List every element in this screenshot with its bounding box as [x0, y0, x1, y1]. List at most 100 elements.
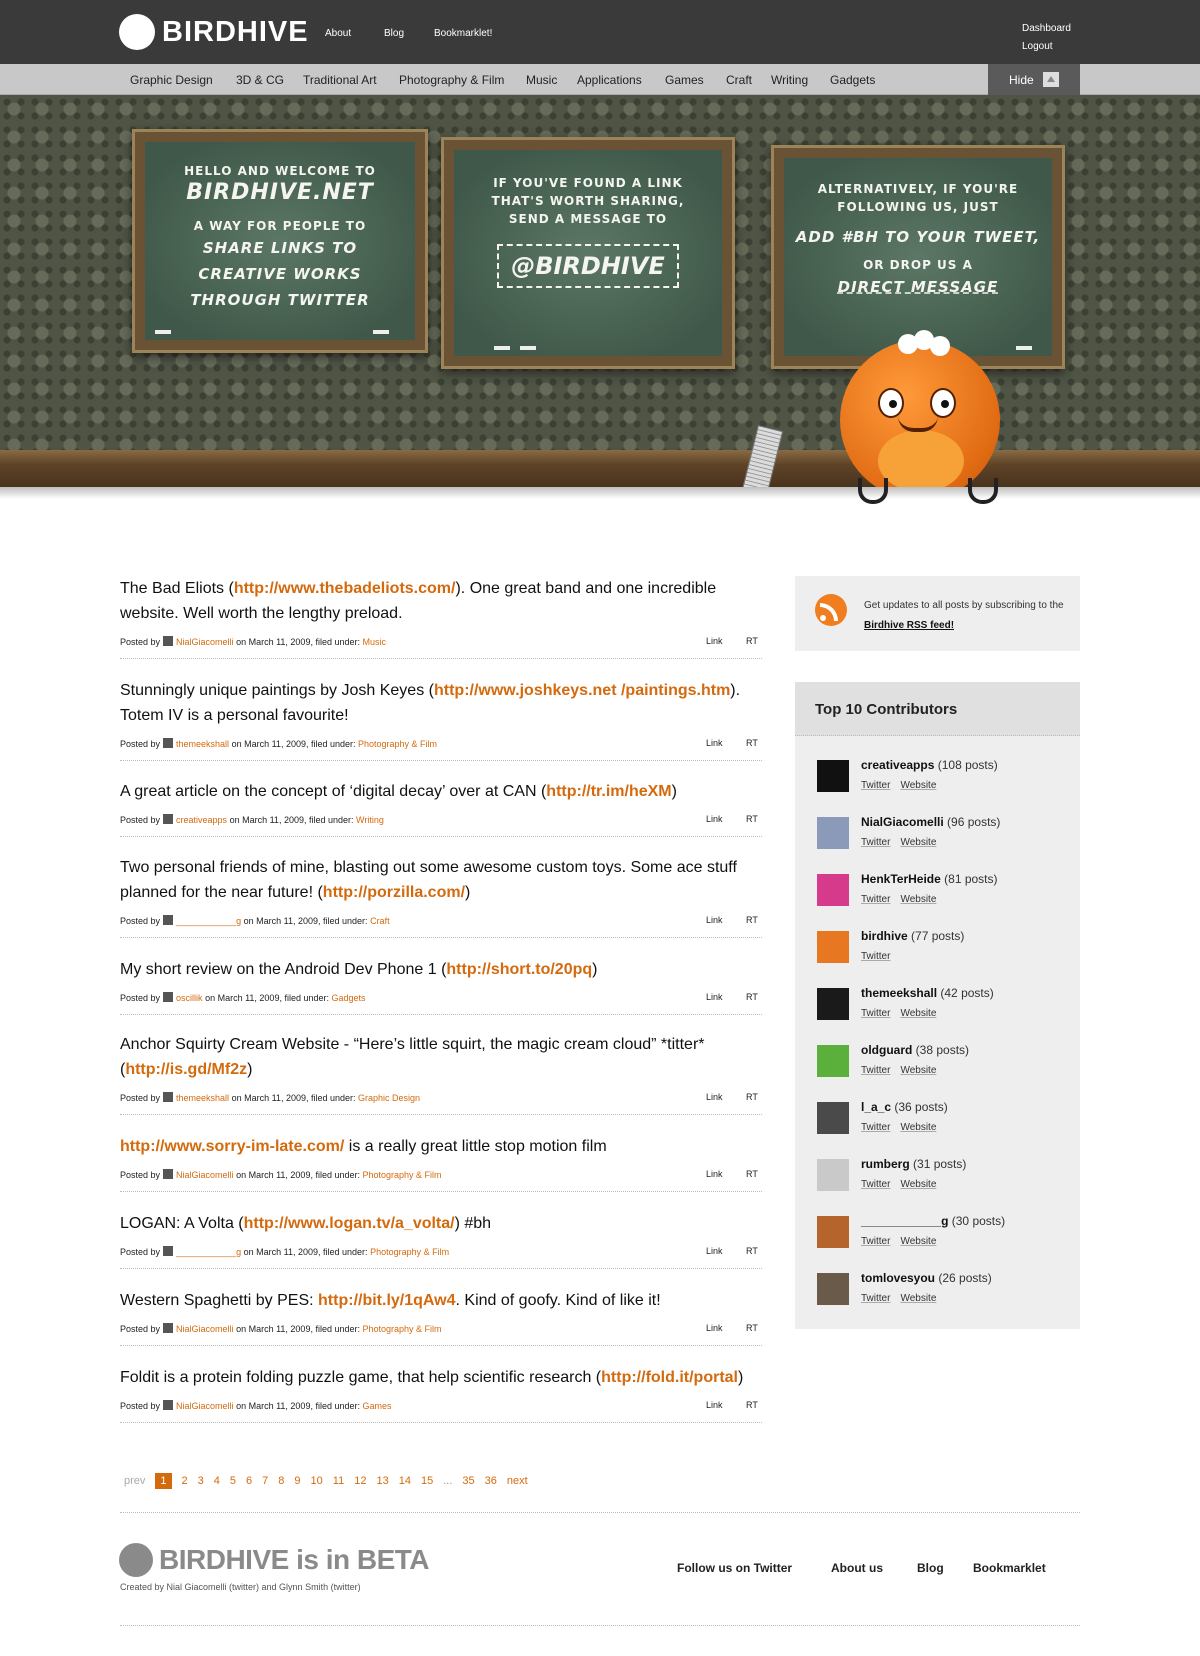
post-link-button[interactable]: Link: [706, 1169, 723, 1179]
contributor-twitter-link[interactable]: Twitter: [861, 1122, 890, 1133]
contributor-name-link[interactable]: themeekshall: [861, 986, 937, 1000]
pager-page[interactable]: 3: [198, 1475, 204, 1487]
pager-page[interactable]: 12: [354, 1475, 366, 1487]
logout-link[interactable]: Logout: [1022, 38, 1071, 56]
pager-prev[interactable]: prev: [124, 1475, 145, 1487]
nav-bookmarklet[interactable]: Bookmarklet!: [434, 28, 492, 39]
post-url-link[interactable]: http://bit.ly/1qAw4: [318, 1292, 455, 1309]
pager-page[interactable]: 15: [421, 1475, 433, 1487]
post-url-link[interactable]: http://porzilla.com/: [323, 884, 465, 901]
post-category-link[interactable]: Photography & Film: [363, 1324, 442, 1334]
post-link-button[interactable]: Link: [706, 1246, 723, 1256]
pager-page[interactable]: 5: [230, 1475, 236, 1487]
post-author-link[interactable]: themeekshall: [176, 739, 229, 749]
post-author-link[interactable]: NialGiacomelli: [176, 637, 234, 647]
category-craft[interactable]: Craft: [726, 73, 752, 87]
rss-feed-link[interactable]: Birdhive RSS feed!: [864, 620, 954, 631]
post-link-button[interactable]: Link: [706, 738, 723, 748]
footer-blog[interactable]: Blog: [917, 1561, 944, 1575]
post-retweet-button[interactable]: RT: [746, 1400, 758, 1410]
contributor-website-link[interactable]: Website: [900, 780, 936, 791]
contributor-name-link[interactable]: l_a_c: [861, 1100, 891, 1114]
post-link-button[interactable]: Link: [706, 814, 723, 824]
post-retweet-button[interactable]: RT: [746, 1323, 758, 1333]
post-url-link[interactable]: http://www.thebadeliots.com/: [234, 580, 456, 597]
rss-icon[interactable]: [815, 594, 847, 626]
post-link-button[interactable]: Link: [706, 1400, 723, 1410]
post-author-link[interactable]: NialGiacomelli: [176, 1324, 234, 1334]
post-author-link[interactable]: NialGiacomelli: [176, 1170, 234, 1180]
contributor-twitter-link[interactable]: Twitter: [861, 1008, 890, 1019]
hide-button[interactable]: Hide: [988, 64, 1080, 95]
pager-page[interactable]: 2: [182, 1475, 188, 1487]
contributor-avatar[interactable]: [817, 817, 849, 849]
contributor-twitter-link[interactable]: Twitter: [861, 894, 890, 905]
pager-page[interactable]: 11: [333, 1475, 344, 1487]
post-category-link[interactable]: Games: [363, 1401, 392, 1411]
contributor-name-link[interactable]: HenkTerHeide: [861, 872, 941, 886]
post-retweet-button[interactable]: RT: [746, 814, 758, 824]
category-writing[interactable]: Writing: [771, 73, 808, 87]
post-retweet-button[interactable]: RT: [746, 992, 758, 1002]
footer-follow-twitter[interactable]: Follow us on Twitter: [677, 1561, 792, 1575]
pager-page[interactable]: 4: [214, 1475, 220, 1487]
post-author-link[interactable]: ____________g: [176, 916, 241, 926]
post-category-link[interactable]: Music: [363, 637, 387, 647]
category-gadgets[interactable]: Gadgets: [830, 73, 875, 87]
post-author-link[interactable]: ____________g: [176, 1247, 241, 1257]
post-link-button[interactable]: Link: [706, 992, 723, 1002]
post-category-link[interactable]: Graphic Design: [358, 1093, 420, 1103]
pager-page[interactable]: 7: [262, 1475, 268, 1487]
contributor-avatar[interactable]: [817, 931, 849, 963]
footer-logo[interactable]: BIRDHIVE is in BETA: [119, 1543, 430, 1577]
pager-page-current[interactable]: 1: [155, 1473, 172, 1489]
contributor-name-link[interactable]: creativeapps: [861, 758, 934, 772]
contributor-name-link[interactable]: rumberg: [861, 1157, 910, 1171]
post-url-link[interactable]: http://tr.im/heXM: [546, 783, 671, 800]
post-retweet-button[interactable]: RT: [746, 915, 758, 925]
post-author-link[interactable]: creativeapps: [176, 815, 227, 825]
post-author-link[interactable]: oscillik: [176, 993, 203, 1003]
contributor-twitter-link[interactable]: Twitter: [861, 1293, 890, 1304]
dashboard-link[interactable]: Dashboard: [1022, 20, 1071, 38]
post-category-link[interactable]: Photography & Film: [363, 1170, 442, 1180]
contributor-twitter-link[interactable]: Twitter: [861, 837, 890, 848]
contributor-avatar[interactable]: [817, 874, 849, 906]
contributor-website-link[interactable]: Website: [900, 1293, 936, 1304]
post-author-link[interactable]: themeekshall: [176, 1093, 229, 1103]
post-category-link[interactable]: Craft: [370, 916, 390, 926]
pager-next[interactable]: next: [507, 1475, 528, 1487]
contributor-avatar[interactable]: [817, 988, 849, 1020]
post-retweet-button[interactable]: RT: [746, 636, 758, 646]
post-url-link[interactable]: http://fold.it/portal: [601, 1369, 738, 1386]
contributor-name-link[interactable]: oldguard: [861, 1043, 912, 1057]
contributor-website-link[interactable]: Website: [900, 1236, 936, 1247]
post-url-link[interactable]: http://is.gd/Mf2z: [125, 1061, 247, 1078]
category-games[interactable]: Games: [665, 73, 704, 87]
post-author-link[interactable]: NialGiacomelli: [176, 1401, 234, 1411]
contributor-name-link[interactable]: ____________g: [861, 1214, 948, 1228]
contributor-avatar[interactable]: [817, 1216, 849, 1248]
contributor-avatar[interactable]: [817, 1159, 849, 1191]
contributor-website-link[interactable]: Website: [900, 1122, 936, 1133]
post-link-button[interactable]: Link: [706, 636, 723, 646]
post-retweet-button[interactable]: RT: [746, 1169, 758, 1179]
post-category-link[interactable]: Gadgets: [332, 993, 366, 1003]
footer-about-us[interactable]: About us: [831, 1561, 883, 1575]
post-link-button[interactable]: Link: [706, 1323, 723, 1333]
contributor-website-link[interactable]: Website: [900, 1065, 936, 1076]
pager-page[interactable]: 35: [462, 1475, 474, 1487]
contributor-twitter-link[interactable]: Twitter: [861, 951, 890, 962]
post-url-link[interactable]: http://www.sorry-im-late.com/: [120, 1138, 344, 1155]
nav-about[interactable]: About: [325, 28, 351, 39]
post-retweet-button[interactable]: RT: [746, 738, 758, 748]
contributor-website-link[interactable]: Website: [900, 1179, 936, 1190]
contributor-website-link[interactable]: Website: [900, 894, 936, 905]
nav-blog[interactable]: Blog: [384, 28, 404, 39]
pager-page[interactable]: 14: [399, 1475, 411, 1487]
post-url-link[interactable]: http://short.to/20pq: [446, 961, 592, 978]
pager-page[interactable]: 6: [246, 1475, 252, 1487]
post-link-button[interactable]: Link: [706, 1092, 723, 1102]
pager-page[interactable]: 8: [278, 1475, 284, 1487]
contributor-name-link[interactable]: NialGiacomelli: [861, 815, 944, 829]
